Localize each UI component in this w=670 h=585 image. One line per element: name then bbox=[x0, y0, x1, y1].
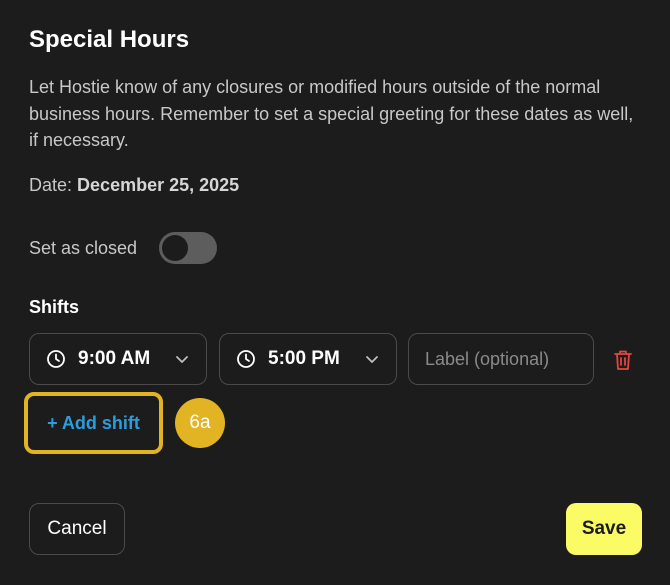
dialog-title: Special Hours bbox=[29, 26, 190, 53]
date-value: December 25, 2025 bbox=[77, 175, 240, 195]
closed-label: Set as closed bbox=[29, 237, 138, 258]
end-time-select[interactable]: 5:00 PM bbox=[219, 333, 397, 385]
chevron-down-icon bbox=[366, 356, 378, 363]
add-shift-button[interactable]: + Add shift bbox=[30, 398, 157, 448]
trash-icon[interactable] bbox=[612, 348, 634, 372]
closed-toggle[interactable] bbox=[159, 232, 218, 264]
shift-label-input[interactable] bbox=[408, 333, 594, 385]
save-button[interactable]: Save bbox=[566, 503, 642, 555]
toggle-knob bbox=[162, 235, 189, 261]
shifts-label: Shifts bbox=[29, 297, 80, 317]
cancel-button[interactable]: Cancel bbox=[29, 503, 125, 555]
start-time-select[interactable]: 9:00 AM bbox=[29, 333, 207, 385]
clock-icon bbox=[47, 350, 65, 368]
step-badge: 6a bbox=[175, 398, 225, 448]
start-time-value: 9:00 AM bbox=[78, 348, 151, 369]
chevron-down-icon bbox=[176, 356, 188, 363]
closed-row: Set as closed bbox=[29, 232, 218, 264]
dialog-description: Let Hostie know of any closures or modif… bbox=[29, 77, 634, 150]
clock-icon bbox=[237, 350, 255, 368]
date-line: Date: December 25, 2025 bbox=[29, 175, 239, 196]
end-time-value: 5:00 PM bbox=[268, 348, 340, 369]
date-label: Date: bbox=[29, 175, 73, 195]
